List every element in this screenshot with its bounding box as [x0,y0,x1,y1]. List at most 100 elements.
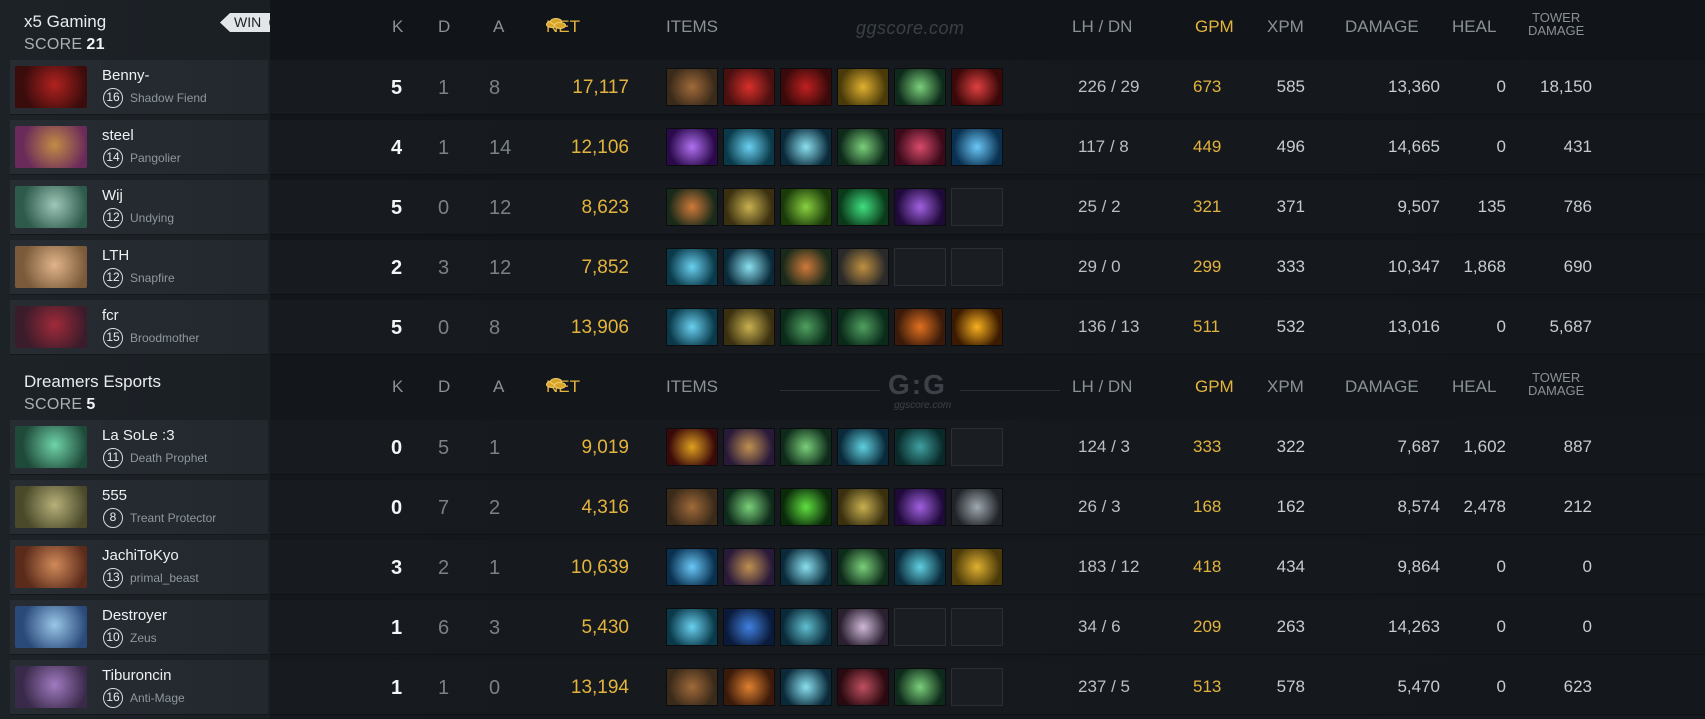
team-score: SCORE 5 [24,396,96,414]
green-staff-icon[interactable] [780,428,832,466]
purple-orb-icon[interactable] [894,188,946,226]
green-staff-icon[interactable] [723,488,775,526]
wand-stick-icon[interactable] [780,248,832,286]
net-worth: 8,623 [581,197,629,218]
player-card[interactable]: LTH 12 Snapfire [10,240,268,295]
player-card[interactable]: La SoLe :3 11 Death Prophet [10,420,268,475]
player-card[interactable]: 555 8 Treant Protector [10,480,268,535]
blue-lens-icon[interactable] [723,608,775,646]
teal-creature-icon[interactable] [780,608,832,646]
player-name[interactable]: Destroyer [102,607,167,624]
magic-wand-icon[interactable] [723,128,775,166]
green-drum-icon[interactable] [780,188,832,226]
battlefury-icon[interactable] [723,248,775,286]
orange-axe-icon[interactable] [723,668,775,706]
player-name[interactable]: fcr [102,307,119,324]
player-card[interactable]: Destroyer 10 Zeus [10,600,268,655]
player-name[interactable]: JachiToKyo [102,547,179,564]
gold-pouch-icon[interactable] [723,308,775,346]
blue-gem-icon[interactable] [666,548,718,586]
player-card[interactable]: Wij 12 Undying [10,180,268,235]
column-header-damage: DAMAGE [1345,377,1419,396]
magic-wand-icon[interactable] [666,308,718,346]
column-header-heal: HEAL [1452,377,1497,396]
magic-wand-icon[interactable] [666,248,718,286]
silver-ring-icon[interactable] [951,488,1003,526]
green-staff-icon[interactable] [837,128,889,166]
teal-bow-icon[interactable] [837,428,889,466]
scoreboard: x5 GamingSCORE21WIN24:39Benny-16Shadow F… [0,0,1705,719]
tower-damage-value: 786 [1563,197,1592,216]
teal-boots-icon[interactable] [894,428,946,466]
hero-portrait [15,186,87,228]
player-stats-row: 5 1 8 17,117 226 / 29 673 585 13,360 0 18,150 [270,60,1705,115]
boots-icon[interactable] [666,668,718,706]
green-boots-icon[interactable] [837,188,889,226]
xpm-value: 578 [1276,677,1305,696]
player-card[interactable]: Tiburoncin 16 Anti-Mage [10,660,268,715]
player-name[interactable]: Wij [102,187,123,204]
red-shield-icon[interactable] [837,668,889,706]
battlefury-icon[interactable] [780,668,832,706]
gpm-value: 418 [1193,557,1222,576]
player-name[interactable]: LTH [102,247,129,264]
pale-cloak-icon[interactable] [837,608,889,646]
red-axe-icon[interactable] [723,68,775,106]
player-level: 14 [103,148,123,168]
heal-value: 0 [1496,617,1506,636]
player-name[interactable]: Benny- [102,67,150,84]
green-staff-icon[interactable] [837,548,889,586]
tower-damage-value: 0 [1582,557,1592,576]
orange-sword-icon[interactable] [894,308,946,346]
player-card[interactable]: JachiToKyo 13 primal_beast [10,540,268,595]
gold-pouch-icon[interactable] [837,488,889,526]
hero-portrait [15,546,87,588]
gold-orb-icon[interactable] [837,248,889,286]
player-level: 13 [103,568,123,588]
hero-portrait [15,246,87,288]
green-staff-icon[interactable] [894,68,946,106]
red-blades-icon[interactable] [780,68,832,106]
player-level: 16 [103,688,123,708]
column-header-d: D [438,17,451,36]
boots-icon[interactable] [666,68,718,106]
battlefury-icon[interactable] [780,548,832,586]
green-claws-icon[interactable] [780,308,832,346]
magic-wand-icon[interactable] [666,608,718,646]
team-header: x5 GamingSCORE21WIN24:39 [0,0,342,60]
empty-item-slot [951,428,1003,466]
purple-orb-icon[interactable] [894,488,946,526]
kills: 5 [391,317,403,339]
xpm-value: 333 [1276,257,1305,276]
player-name[interactable]: steel [102,127,134,144]
player-card[interactable]: steel 14 Pangolier [10,120,268,175]
player-stats-row: 0 5 1 9,019 124 / 3 333 322 7,687 1,602 887 [270,420,1705,475]
red-bloodstone-icon[interactable] [951,68,1003,106]
hooded-cloak-icon[interactable] [723,428,775,466]
player-card[interactable]: fcr 15 Broodmother [10,300,268,355]
heal-value: 0 [1496,317,1506,336]
watermark-rule-right [960,390,1060,391]
player-name[interactable]: Tiburoncin [102,667,171,684]
battlefury-icon[interactable] [780,128,832,166]
gold-helm-icon[interactable] [951,548,1003,586]
green-potion-icon[interactable] [780,488,832,526]
heal-value: 0 [1496,77,1506,96]
kills: 5 [391,77,403,99]
gold-ring-red-icon[interactable] [666,428,718,466]
teal-bow-icon[interactable] [894,548,946,586]
green-staff-icon[interactable] [894,668,946,706]
gold-helm-icon[interactable] [837,68,889,106]
wand-stick-icon[interactable] [666,188,718,226]
green-claws-icon[interactable] [837,308,889,346]
boots-icon[interactable] [666,488,718,526]
gold-pouch-icon[interactable] [723,188,775,226]
player-card[interactable]: Benny- 16 Shadow Fiend [10,60,268,115]
orange-core-icon[interactable] [951,308,1003,346]
player-name[interactable]: 555 [102,487,127,504]
red-mask-icon[interactable] [894,128,946,166]
hooded-cloak-icon[interactable] [723,548,775,586]
purple-dagger-icon[interactable] [666,128,718,166]
blue-gem-icon[interactable] [951,128,1003,166]
player-name[interactable]: La SoLe :3 [102,427,175,444]
